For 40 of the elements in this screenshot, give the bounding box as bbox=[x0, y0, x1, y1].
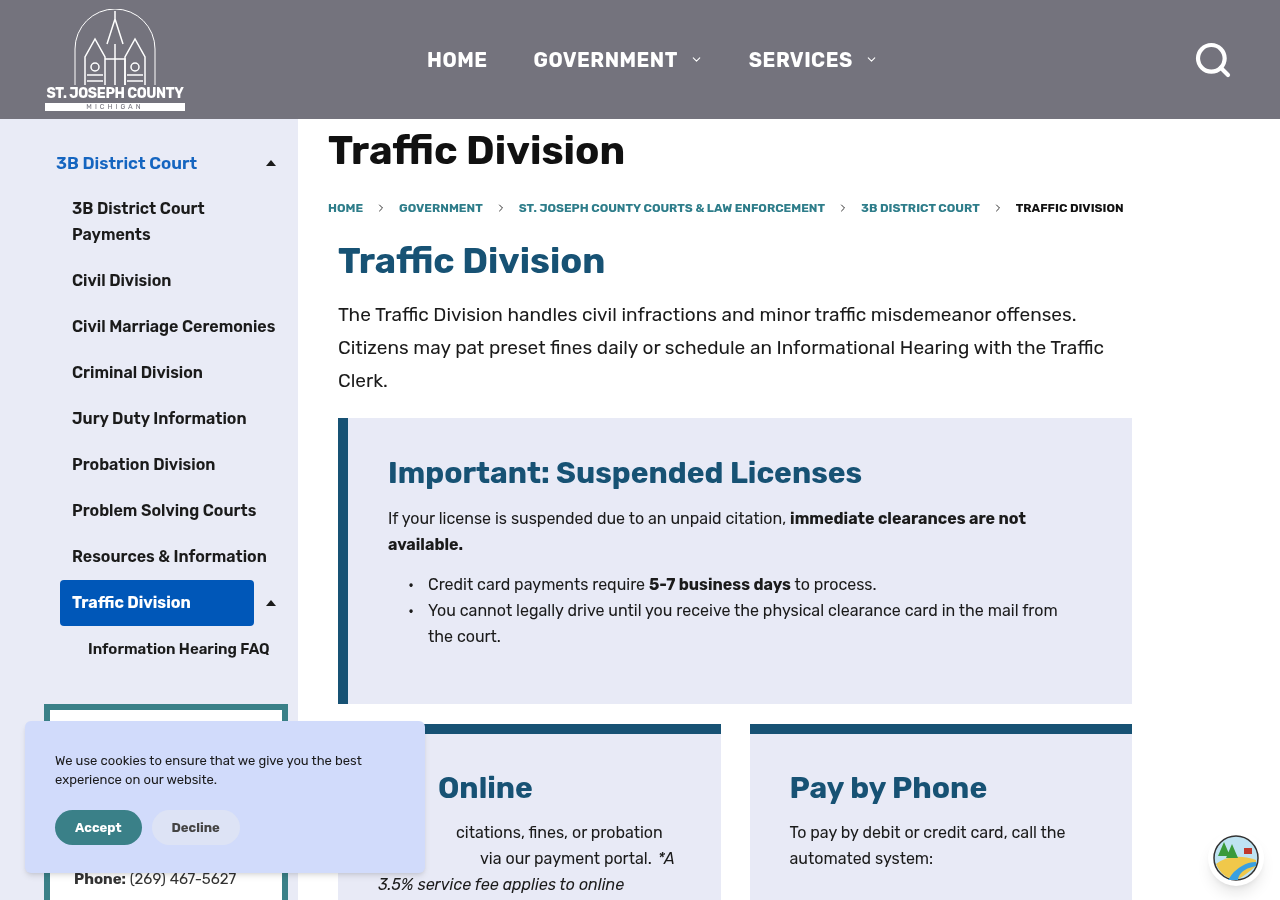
breadcrumb-link[interactable]: HOME bbox=[328, 199, 364, 217]
decline-button[interactable]: Decline bbox=[151, 810, 240, 845]
nav-link[interactable]: SERVICES bbox=[748, 44, 878, 75]
nav-link[interactable]: HOME bbox=[427, 44, 488, 75]
card-heading: Online bbox=[437, 770, 534, 806]
sidebar-item[interactable]: Probation Division bbox=[0, 442, 280, 488]
nav-link[interactable]: GOVERNMENT bbox=[533, 44, 703, 75]
card-text: To pay by debit or credit card, call the automated system: bbox=[789, 822, 1067, 870]
breadcrumb-link[interactable]: 3B DISTRICT COURT bbox=[861, 199, 980, 217]
breadcrumb-link[interactable]: ST. JOSEPH COUNTY COURTS & LAW ENFORCEMENT bbox=[518, 199, 826, 217]
sidebar-item[interactable]: Civil Division bbox=[0, 258, 280, 304]
card-text: via our payment portal. *A bbox=[479, 848, 676, 870]
page-title: Traffic Division bbox=[328, 127, 627, 175]
callout-bullet: You cannot legally drive until you receive the physical clearance card in the mail from the court. bbox=[428, 600, 1059, 648]
sidebar-item[interactable]: Civil Marriage Ceremonies bbox=[0, 304, 280, 350]
sidebar-item[interactable]: 3B District Court bbox=[0, 140, 266, 186]
cookie-message: We use cookies to ensure that we give you the best experience on our website. bbox=[55, 752, 363, 789]
sidebar-item[interactable]: Jury Duty Information bbox=[0, 396, 280, 442]
callout-heading: Important: Suspended Licenses bbox=[388, 454, 864, 492]
accept-button[interactable]: Accept bbox=[55, 810, 142, 845]
card-note: 3.5% service fee applies to online bbox=[378, 874, 626, 896]
landscape-icon bbox=[1212, 834, 1260, 882]
sidebar-item[interactable]: Criminal Division bbox=[0, 350, 280, 396]
callout-bullet: Credit card payments require 5-7 business days to process. bbox=[428, 574, 877, 596]
logo-title: ST. JOSEPH COUNTY bbox=[46, 84, 184, 103]
sidebar-item[interactable]: Resources & Information bbox=[0, 534, 280, 580]
sidebar-item[interactable]: 3B District Court Payments bbox=[0, 186, 280, 258]
bullet-marker: • bbox=[408, 600, 416, 622]
card-heading: Pay by Phone bbox=[789, 770, 989, 806]
callout-text: If your license is suspended due to an unpaid citation, immediate clearances are not available. bbox=[388, 508, 1027, 556]
intro-paragraph: The Traffic Division handles civil infractions and minor traffic misdemeanor offenses. Citizens may pat preset fines daily or schedule an Informational Hearing with the Traffic Clerk. bbox=[338, 302, 1106, 394]
sidebar-item[interactable]: Information Hearing FAQ bbox=[0, 626, 280, 672]
breadcrumb-link[interactable]: TRAFFIC DIVISION bbox=[1015, 199, 1124, 217]
breadcrumb-link[interactable]: GOVERNMENT bbox=[399, 199, 483, 217]
sidebar-item[interactable]: Traffic Division bbox=[60, 580, 254, 626]
card-text: citations, fines, or probation bbox=[455, 822, 664, 844]
bullet-marker: • bbox=[408, 574, 416, 596]
section-heading: Traffic Division bbox=[338, 239, 607, 283]
phone-text: Phone: (269) 467-5627 bbox=[74, 868, 238, 890]
sidebar-item[interactable]: Problem Solving Courts bbox=[0, 488, 280, 534]
